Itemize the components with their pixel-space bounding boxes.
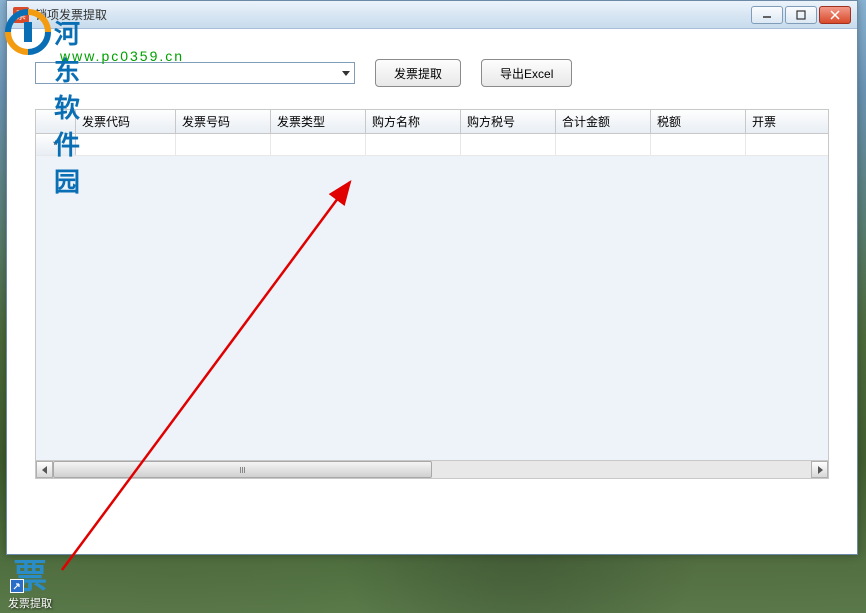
cell[interactable]: [271, 134, 366, 155]
close-button[interactable]: [819, 6, 851, 24]
cell[interactable]: [176, 134, 271, 155]
cell[interactable]: [651, 134, 746, 155]
shortcut-arrow-icon: [10, 579, 24, 593]
source-combobox[interactable]: [35, 62, 355, 84]
maximize-button[interactable]: [785, 6, 817, 24]
cell[interactable]: [556, 134, 651, 155]
horizontal-scrollbar[interactable]: [36, 460, 828, 478]
scroll-right-button[interactable]: [811, 461, 828, 478]
cell[interactable]: [366, 134, 461, 155]
cell[interactable]: [746, 134, 796, 155]
cell[interactable]: [76, 134, 176, 155]
export-excel-button[interactable]: 导出Excel: [481, 59, 572, 87]
grid-header-selector[interactable]: [36, 110, 76, 133]
main-window: 票 销项发票提取 发票提取 导出Excel 发票代码: [6, 0, 858, 555]
app-icon: 票: [13, 7, 29, 23]
invoice-grid[interactable]: 发票代码 发票号码 发票类型 购方名称 购方税号 合计金额 税额 开票 *: [35, 109, 829, 479]
window-title: 销项发票提取: [35, 6, 751, 23]
col-invoice-code[interactable]: 发票代码: [76, 110, 176, 133]
source-input[interactable]: [36, 63, 338, 83]
chevron-down-icon[interactable]: [338, 63, 354, 83]
desktop-shortcut[interactable]: 票 发票提取: [8, 553, 52, 611]
col-buyer-name[interactable]: 购方名称: [366, 110, 461, 133]
cell[interactable]: [461, 134, 556, 155]
scroll-track[interactable]: [53, 461, 811, 478]
extract-button[interactable]: 发票提取: [375, 59, 461, 87]
scroll-thumb[interactable]: [53, 461, 432, 478]
titlebar[interactable]: 票 销项发票提取: [7, 1, 857, 29]
col-total-amount[interactable]: 合计金额: [556, 110, 651, 133]
col-tax-amount[interactable]: 税额: [651, 110, 746, 133]
shortcut-icon: 票: [10, 553, 50, 593]
scroll-left-button[interactable]: [36, 461, 53, 478]
grid-header: 发票代码 发票号码 发票类型 购方名称 购方税号 合计金额 税额 开票: [36, 110, 828, 134]
row-indicator[interactable]: *: [36, 134, 76, 155]
col-invoice-number[interactable]: 发票号码: [176, 110, 271, 133]
col-invoice-type[interactable]: 发票类型: [271, 110, 366, 133]
col-issue[interactable]: 开票: [746, 110, 796, 133]
table-row[interactable]: *: [36, 134, 828, 156]
col-buyer-tax-id[interactable]: 购方税号: [461, 110, 556, 133]
minimize-button[interactable]: [751, 6, 783, 24]
